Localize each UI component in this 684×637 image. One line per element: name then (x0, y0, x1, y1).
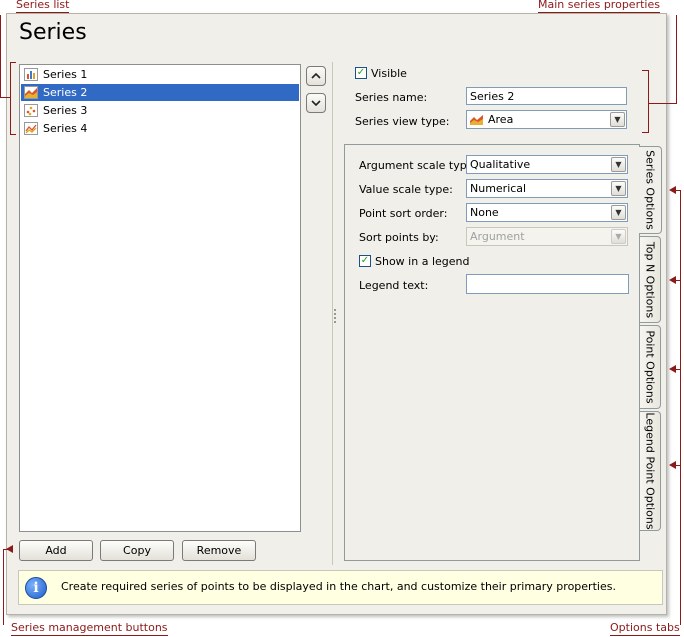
annotation-options-tabs: Options tabs (610, 621, 680, 636)
info-text: Create required series of points to be d… (61, 580, 616, 593)
management-buttons-pointer (3, 549, 11, 550)
chevron-up-icon (311, 73, 321, 79)
chevron-down-icon[interactable]: ▼ (610, 112, 625, 127)
tab-label: Legend Point Options (643, 412, 657, 530)
copy-button[interactable]: Copy (100, 540, 174, 561)
move-up-button[interactable] (306, 66, 326, 86)
legend-text-input[interactable] (466, 274, 629, 294)
page-title: Series (19, 20, 87, 45)
point-sort-order-value: None (470, 206, 499, 219)
series-view-type-label: Series view type: (355, 115, 450, 128)
management-buttons-pointer (3, 549, 4, 625)
main-properties-pointer (649, 103, 677, 104)
splitter-grip (334, 321, 336, 323)
arrow-left-icon (669, 461, 676, 469)
tab-legend-point-options[interactable]: Legend Point Options (640, 411, 661, 531)
point-chart-icon (24, 104, 38, 117)
list-item-series-3[interactable]: Series 3 (21, 102, 299, 119)
area-chart-icon (24, 86, 38, 99)
point-sort-order-label: Point sort order: (359, 207, 448, 220)
annotation-series-list: Series list (16, 0, 70, 13)
move-down-button[interactable] (306, 93, 326, 113)
series-list[interactable]: Series 1 Series 2 Series 3 Series 4 (19, 64, 301, 532)
arrow-left-icon (669, 276, 676, 284)
sort-points-by-value: Argument (470, 230, 525, 243)
arrow-left-icon (669, 186, 676, 194)
area-chart-icon (470, 115, 483, 125)
list-item-label: Series 2 (43, 86, 88, 99)
tab-point-options[interactable]: Point Options (640, 325, 661, 409)
chevron-down-icon: ▼ (611, 229, 626, 244)
value-scale-type-label: Value scale type: (359, 183, 453, 196)
list-item-series-4[interactable]: Series 4 (21, 120, 299, 137)
show-in-legend-label: Show in a legend (375, 255, 470, 268)
list-item-series-1[interactable]: Series 1 (21, 66, 299, 83)
bar-chart-icon (24, 68, 38, 81)
arrow-left-icon (669, 365, 676, 373)
point-sort-order-select[interactable]: None ▼ (466, 203, 628, 222)
list-item-series-2[interactable]: Series 2 (21, 84, 299, 101)
argument-scale-type-select[interactable]: Qualitative ▼ (466, 155, 628, 174)
main-properties-bracket (642, 70, 649, 133)
tab-series-options[interactable]: Series Options (639, 146, 662, 234)
show-in-legend-checkbox[interactable]: ✓ (359, 255, 371, 267)
sort-points-by-select: Argument ▼ (466, 227, 628, 246)
info-bar: i Create required series of points to be… (18, 570, 663, 605)
tab-label: Series Options (643, 150, 657, 230)
argument-scale-type-value: Qualitative (470, 158, 531, 171)
info-icon: i (25, 577, 47, 599)
splitter-grip (334, 317, 336, 319)
splitter-grip (334, 309, 336, 311)
series-list-bracket (10, 62, 16, 135)
annotation-series-management-buttons: Series management buttons (11, 621, 168, 636)
list-item-label: Series 1 (43, 68, 88, 81)
options-tabs-pointer (680, 190, 681, 625)
list-item-label: Series 3 (43, 104, 88, 117)
tab-top-n-options[interactable]: Top N Options (640, 236, 661, 323)
tab-label: Top N Options (643, 241, 657, 318)
annotation-main-series-properties: Main series properties (538, 0, 660, 13)
line-chart-icon (24, 122, 38, 135)
series-view-type-value: Area (488, 113, 514, 126)
options-tabs-pointer (676, 190, 681, 191)
chevron-down-icon (311, 100, 321, 106)
series-view-type-select[interactable]: Area ▼ (466, 110, 627, 129)
options-tabs-pointer (676, 465, 681, 466)
options-tabs-pointer (676, 280, 681, 281)
chevron-down-icon[interactable]: ▼ (611, 157, 626, 172)
splitter-grip (334, 313, 336, 315)
value-scale-type-value: Numerical (470, 182, 527, 195)
list-item-label: Series 4 (43, 122, 88, 135)
series-options-panel: Argument scale type: Qualitative ▼ Value… (344, 144, 640, 561)
remove-button[interactable]: Remove (182, 540, 256, 561)
tab-label: Point Options (643, 330, 657, 404)
series-list-pointer (0, 15, 1, 98)
series-name-label: Series name: (355, 91, 428, 104)
chevron-down-icon[interactable]: ▼ (611, 205, 626, 220)
chevron-down-icon[interactable]: ▼ (611, 181, 626, 196)
series-list-pointer (0, 97, 10, 98)
argument-scale-type-label: Argument scale type: (359, 159, 478, 172)
value-scale-type-select[interactable]: Numerical ▼ (466, 179, 628, 198)
visible-checkbox[interactable]: ✓ (355, 67, 367, 79)
legend-text-label: Legend text: (359, 279, 429, 292)
add-button[interactable]: Add (19, 540, 93, 561)
visible-label: Visible (371, 67, 407, 80)
main-properties-pointer (676, 15, 677, 104)
options-tabs-pointer (676, 369, 681, 370)
series-dialog: Series Series 1 Series 2 Series 3 Series… (6, 13, 667, 615)
sort-points-by-label: Sort points by: (359, 231, 439, 244)
series-name-input[interactable]: Series 2 (466, 87, 627, 105)
